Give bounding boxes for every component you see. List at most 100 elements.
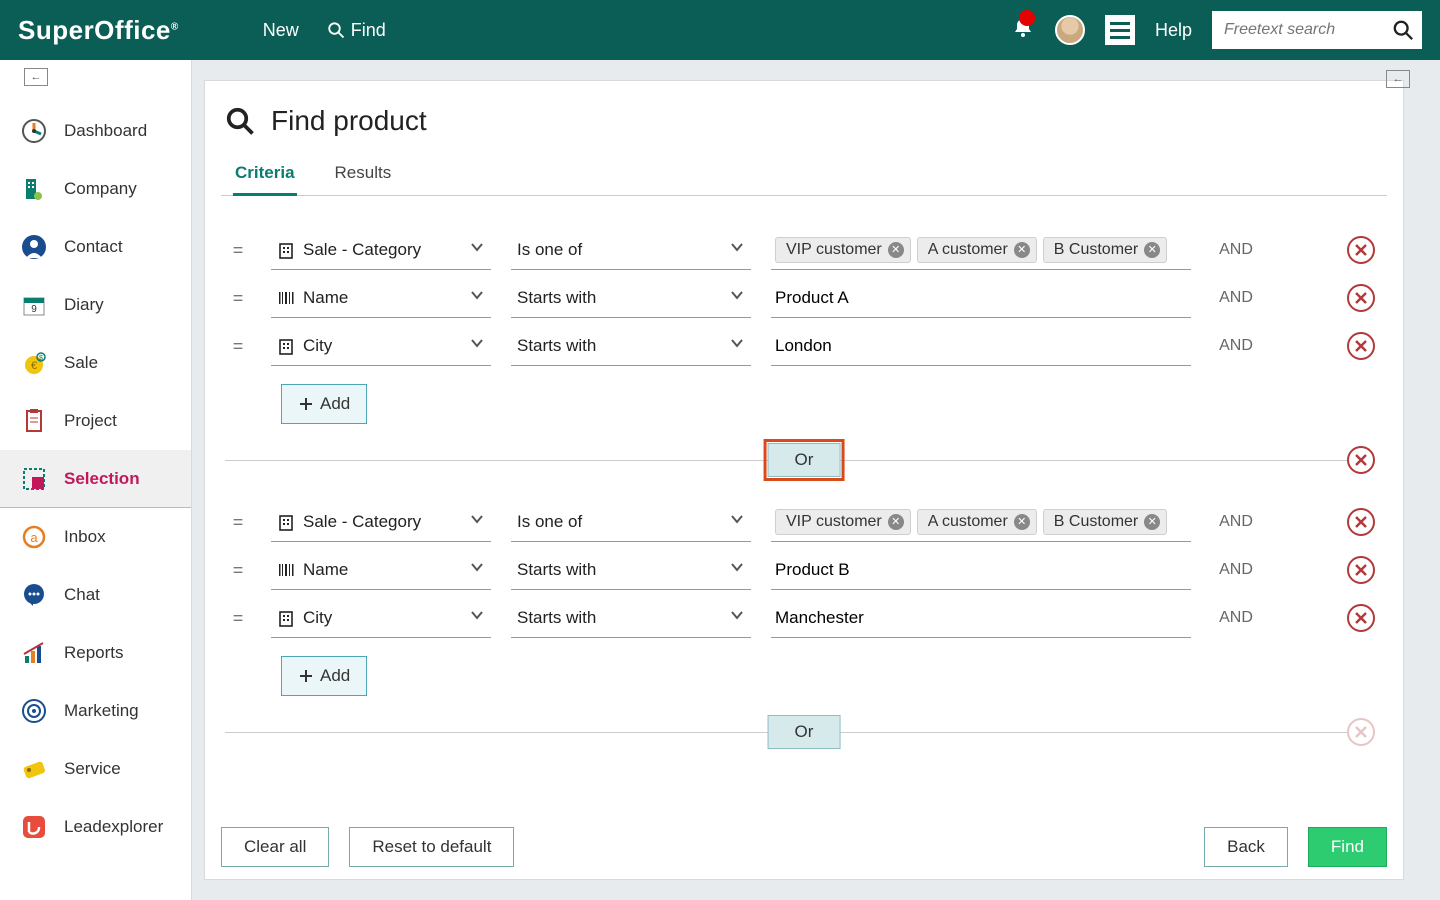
value-chip: B Customer✕ (1043, 509, 1167, 535)
chevron-down-icon (729, 239, 745, 260)
field-label: Sale - Category (303, 512, 421, 532)
value-cell[interactable]: VIP customer✕A customer✕B Customer✕ (771, 502, 1191, 542)
chat-icon (20, 581, 48, 609)
operator-select[interactable]: Starts with (511, 326, 751, 366)
sidebar-item-dashboard[interactable]: Dashboard (0, 102, 191, 160)
dashboard-icon (20, 117, 48, 145)
criteria-row: = Name Starts with AND (225, 546, 1383, 594)
tab-criteria[interactable]: Criteria (233, 157, 297, 196)
find-button[interactable]: Find (327, 20, 386, 41)
remove-row-button[interactable] (1347, 236, 1375, 264)
leadexplorer-icon (20, 813, 48, 841)
chip-remove[interactable]: ✕ (1144, 242, 1160, 258)
sidebar-item-inbox[interactable]: aInbox (0, 508, 191, 566)
new-button[interactable]: New (239, 20, 299, 41)
chip-remove[interactable]: ✕ (1014, 242, 1030, 258)
sidebar-item-label: Dashboard (64, 121, 147, 141)
add-criteria-button[interactable]: Add (281, 656, 367, 696)
remove-row-button[interactable] (1347, 508, 1375, 536)
sidebar-item-reports[interactable]: Reports (0, 624, 191, 682)
chevron-down-icon (729, 607, 745, 628)
field-select[interactable]: Name (271, 278, 491, 318)
barcode-icon (277, 561, 295, 579)
field-select[interactable]: Sale - Category (271, 230, 491, 270)
chip-remove[interactable]: ✕ (1144, 514, 1160, 530)
clear-all-button[interactable]: Clear all (221, 827, 329, 867)
operator-select[interactable]: Is one of (511, 502, 751, 542)
logic-label: AND (1211, 289, 1261, 307)
or-separator[interactable]: Or (768, 715, 841, 749)
add-criteria-button[interactable]: Add (281, 384, 367, 424)
freetext-search-input[interactable] (1212, 11, 1422, 49)
drag-handle[interactable]: = (225, 512, 251, 533)
drag-handle[interactable]: = (225, 608, 251, 629)
sidebar-item-marketing[interactable]: Marketing (0, 682, 191, 740)
remove-row-button[interactable] (1347, 284, 1375, 312)
criteria-row: = Sale - Category Is one of VIP customer… (225, 498, 1383, 546)
tab-results[interactable]: Results (333, 157, 394, 195)
freetext-search[interactable] (1212, 11, 1422, 49)
drag-handle[interactable]: = (225, 288, 251, 309)
help-link[interactable]: Help (1155, 20, 1192, 41)
field-select[interactable]: City (271, 326, 491, 366)
sidebar-item-leadexplorer[interactable]: Leadexplorer (0, 798, 191, 856)
contact-icon (20, 233, 48, 261)
sidebar-item-contact[interactable]: Contact (0, 218, 191, 276)
sidebar-item-service[interactable]: Service (0, 740, 191, 798)
sidebar-item-label: Sale (64, 353, 98, 373)
field-select[interactable]: Sale - Category (271, 502, 491, 542)
value-cell[interactable]: VIP customer✕A customer✕B Customer✕ (771, 230, 1191, 270)
sidebar-collapse[interactable] (24, 68, 48, 86)
reset-default-button[interactable]: Reset to default (349, 827, 514, 867)
field-select[interactable]: City (271, 598, 491, 638)
sidebar-item-chat[interactable]: Chat (0, 566, 191, 624)
chip-remove[interactable]: ✕ (888, 514, 904, 530)
criteria-row: = City Starts with AND (225, 594, 1383, 642)
value-input[interactable] (775, 608, 1187, 628)
remove-row-button[interactable] (1347, 556, 1375, 584)
sidebar: Dashboard Company Contact 9Diary€$SaleProje… (0, 60, 192, 900)
field-select[interactable]: Name (271, 550, 491, 590)
sidebar-item-sale[interactable]: €$Sale (0, 334, 191, 392)
value-cell[interactable] (771, 326, 1191, 366)
operator-select[interactable]: Starts with (511, 278, 751, 318)
operator-select[interactable]: Starts with (511, 598, 751, 638)
operator-select[interactable]: Is one of (511, 230, 751, 270)
drag-handle[interactable]: = (225, 336, 251, 357)
sidebar-item-label: Contact (64, 237, 123, 257)
operator-label: Starts with (517, 608, 596, 628)
chevron-down-icon (729, 511, 745, 532)
remove-row-button[interactable] (1347, 446, 1375, 474)
chip-remove[interactable]: ✕ (1014, 514, 1030, 530)
remove-row-button[interactable] (1347, 332, 1375, 360)
notifications-button[interactable] (1011, 16, 1035, 45)
sidebar-item-company[interactable]: Company (0, 160, 191, 218)
or-separator[interactable]: Or (768, 443, 841, 477)
logo: SuperOffice® (18, 15, 179, 46)
operator-select[interactable]: Starts with (511, 550, 751, 590)
notification-badge (1019, 10, 1035, 26)
chip-remove[interactable]: ✕ (888, 242, 904, 258)
value-input[interactable] (775, 336, 1187, 356)
sidebar-item-selection[interactable]: Selection (0, 450, 191, 508)
drag-handle[interactable]: = (225, 560, 251, 581)
right-panel-collapse[interactable] (1386, 70, 1410, 88)
sidebar-item-label: Diary (64, 295, 104, 315)
chevron-down-icon (729, 335, 745, 356)
sidebar-item-label: Chat (64, 585, 100, 605)
value-input[interactable] (775, 288, 1187, 308)
find-submit-button[interactable]: Find (1308, 827, 1387, 867)
group-divider: Or (225, 446, 1383, 474)
value-cell[interactable] (771, 550, 1191, 590)
value-cell[interactable] (771, 278, 1191, 318)
sidebar-item-diary[interactable]: 9Diary (0, 276, 191, 334)
value-input[interactable] (775, 560, 1187, 580)
logic-label: AND (1211, 241, 1261, 259)
sidebar-item-project[interactable]: Project (0, 392, 191, 450)
drag-handle[interactable]: = (225, 240, 251, 261)
main-menu-button[interactable] (1105, 15, 1135, 45)
remove-row-button[interactable] (1347, 604, 1375, 632)
avatar[interactable] (1055, 15, 1085, 45)
value-cell[interactable] (771, 598, 1191, 638)
back-button[interactable]: Back (1204, 827, 1288, 867)
